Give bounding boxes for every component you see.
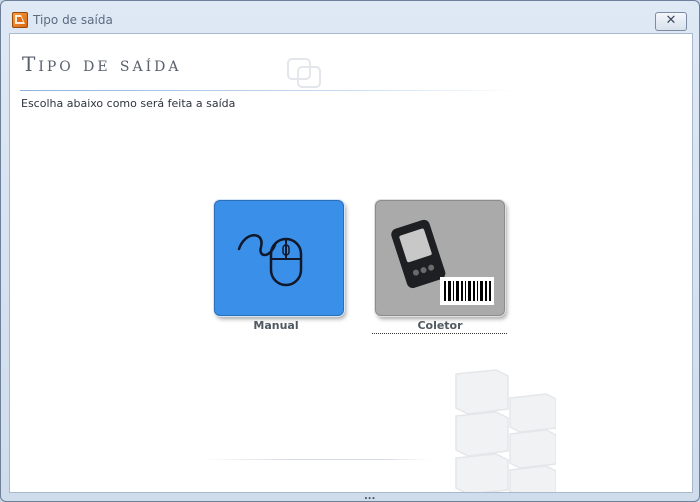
coletor-option-label[interactable]: Coletor	[370, 319, 510, 332]
dialog-window: Tipo de saída ✕ Tipo de saída Escolha ab…	[0, 0, 700, 502]
page-title: Tipo de saída	[22, 52, 182, 76]
header-decoration	[287, 58, 321, 88]
manual-option-label[interactable]: Manual	[206, 319, 346, 332]
header-divider	[20, 90, 520, 91]
window-title: Tipo de saída	[33, 13, 113, 27]
bottom-divider	[200, 459, 430, 460]
dialog-content: Tipo de saída Escolha abaixo como será f…	[9, 33, 693, 493]
title-bar[interactable]: Tipo de saída ✕	[1, 1, 699, 33]
instructions-text: Escolha abaixo como será feita a saída	[21, 97, 236, 110]
background-window-text: ...	[364, 491, 376, 502]
app-icon	[12, 12, 28, 28]
server-stack-icon	[455, 369, 556, 492]
close-button[interactable]: ✕	[655, 12, 687, 31]
barcode-collector-icon	[391, 219, 494, 305]
coletor-option-button[interactable]	[375, 200, 505, 316]
manual-option-button[interactable]	[214, 200, 344, 316]
mouse-icon	[237, 234, 303, 287]
focus-indicator	[372, 333, 507, 334]
